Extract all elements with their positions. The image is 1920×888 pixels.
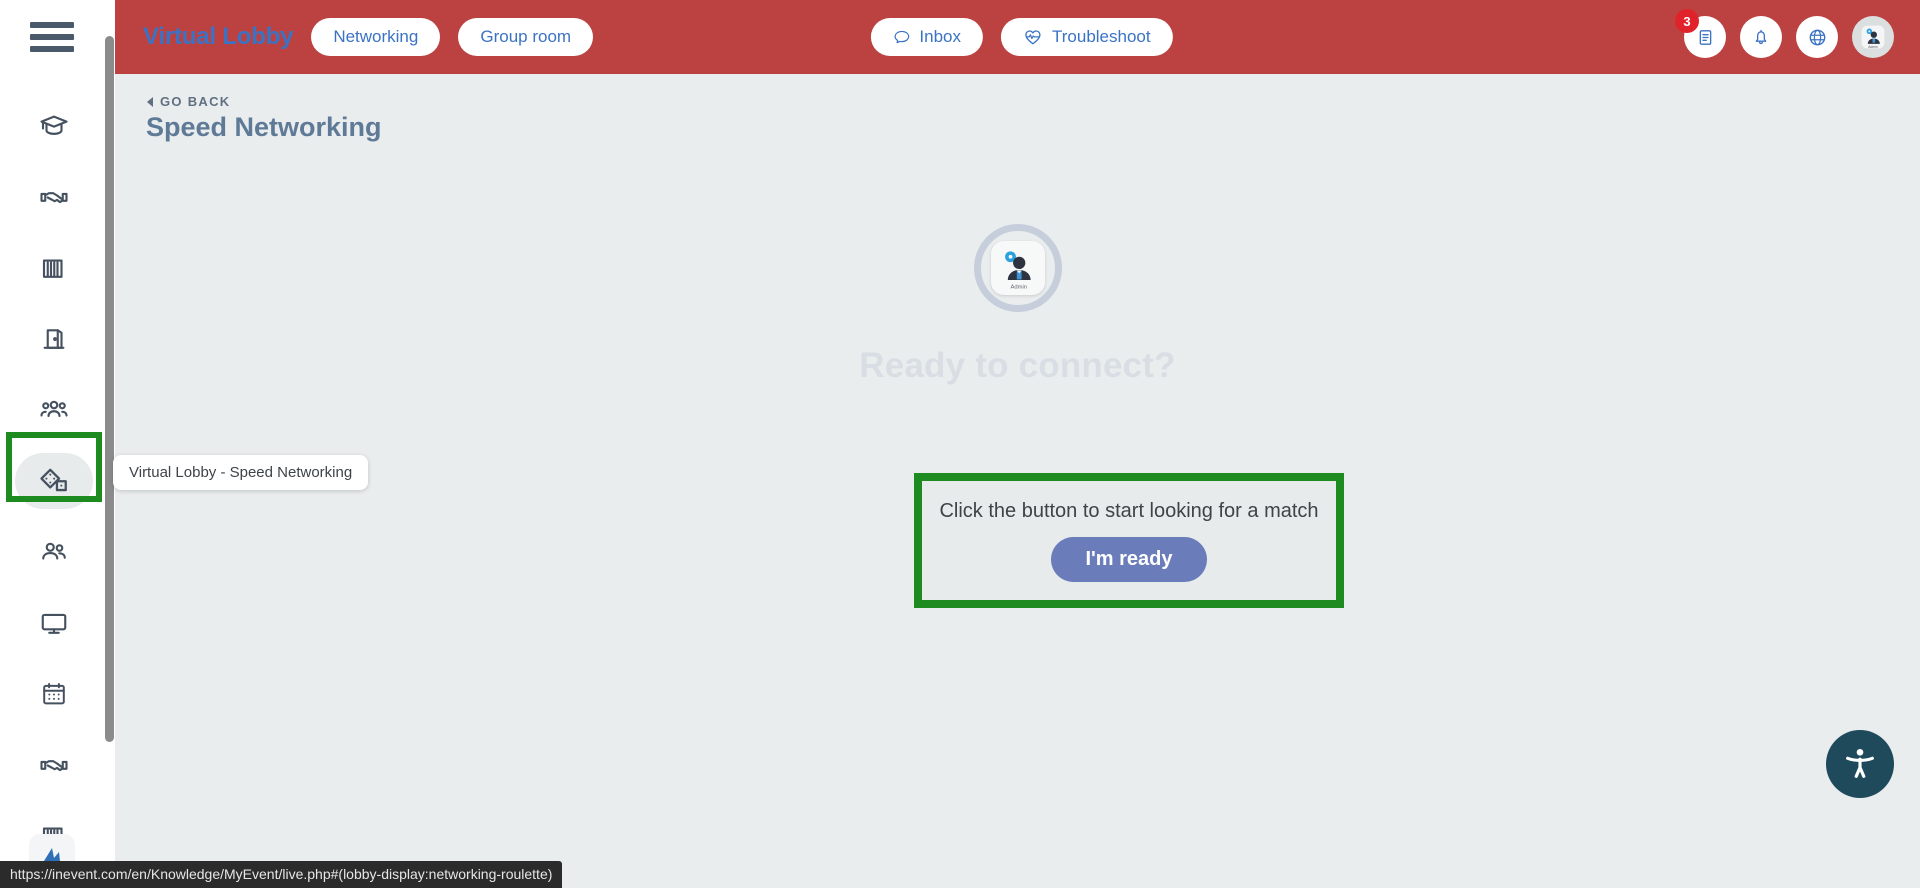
sidebar-item-speed-networking[interactable] — [8, 447, 100, 515]
header-right-icons: 3 Admin — [1670, 0, 1920, 74]
match-card: Click the button to start looking for a … — [922, 481, 1336, 600]
match-prompt: Click the button to start looking for a … — [939, 499, 1319, 522]
header-center-pills: Inbox Troubleshoot — [852, 18, 1173, 56]
hamburger-bar — [30, 22, 74, 28]
hamburger-bar — [30, 46, 74, 52]
sidebar-item-live-stream[interactable] — [8, 589, 100, 657]
sidebar-item-sponsors[interactable] — [8, 234, 100, 302]
nav-pill-group-room[interactable]: Group room — [458, 18, 594, 56]
sidebar-item-meetings[interactable] — [8, 731, 100, 799]
accessibility-person-icon — [1846, 748, 1874, 778]
ready-heading: Ready to connect? — [859, 346, 1176, 385]
sidebar — [0, 0, 105, 888]
chat-bubble-icon — [894, 30, 909, 44]
speed-networking-stage: Admin Ready to connect? — [115, 224, 1920, 386]
admin-avatar-icon: Admin — [1004, 251, 1031, 290]
door-icon — [43, 329, 65, 349]
user-avatar-icon: Admin — [1861, 25, 1885, 49]
bell-icon — [1755, 29, 1767, 45]
booth-barcode-icon — [42, 259, 63, 278]
troubleshoot-label: Troubleshoot — [1051, 27, 1151, 46]
im-ready-button[interactable]: I'm ready — [1051, 536, 1207, 582]
sidebar-scrollbar-thumb[interactable] — [105, 36, 114, 742]
calendar-icon — [43, 682, 65, 705]
handshake-icon — [40, 192, 68, 204]
sidebar-item-networking[interactable] — [8, 163, 100, 231]
inbox-label: Inbox — [919, 27, 961, 46]
sidebar-item-my-contacts[interactable] — [8, 518, 100, 586]
monitor-icon — [41, 613, 67, 634]
go-back-label: GO BACK — [160, 94, 231, 109]
inbox-button[interactable]: Inbox — [870, 18, 983, 56]
dice-icon — [40, 468, 67, 492]
hamburger-bar — [30, 34, 74, 40]
svg-text:Admin: Admin — [1868, 45, 1878, 49]
troubleshoot-button[interactable]: Troubleshoot — [1000, 18, 1173, 56]
go-back-link[interactable]: GO BACK — [147, 94, 231, 109]
language-globe-button[interactable] — [1796, 16, 1838, 58]
sidebar-item-sessions[interactable] — [8, 92, 100, 160]
avatar-ring: Admin — [973, 224, 1062, 312]
nav-pill-label: Group room — [480, 27, 572, 46]
nav-pill-label: Networking — [333, 27, 419, 46]
svg-text:Admin: Admin — [1010, 284, 1027, 290]
match-highlight-box: Click the button to start looking for a … — [914, 473, 1344, 608]
top-header: Virtual Lobby Networking Group room Inbo… — [105, 0, 1920, 74]
two-people-icon — [42, 542, 66, 560]
accessibility-button[interactable] — [1826, 730, 1894, 798]
user-avatar-button[interactable]: Admin — [1852, 16, 1894, 58]
page-title: Speed Networking — [146, 112, 382, 142]
status-bar-url: https://inevent.com/en/Knowledge/MyEvent… — [0, 861, 563, 888]
sidebar-item-attendees[interactable] — [8, 376, 100, 444]
notification-badge: 3 — [1675, 9, 1699, 33]
nav-pill-networking[interactable]: Networking — [311, 18, 441, 56]
sidebar-item-schedule[interactable] — [8, 660, 100, 728]
handshake-icon — [40, 760, 68, 772]
globe-icon — [1809, 29, 1825, 45]
brand-title[interactable]: Virtual Lobby — [143, 23, 294, 51]
agenda-document-button[interactable]: 3 — [1675, 9, 1726, 58]
agenda-document-icon — [1699, 29, 1711, 45]
header-nav-pills: Networking Group room — [293, 18, 594, 56]
sidebar-tooltip: Virtual Lobby - Speed Networking — [113, 455, 369, 490]
main-content: GO BACK Speed Networking Admin Ready to … — [115, 74, 1920, 888]
heart-pulse-icon — [1025, 30, 1041, 45]
back-caret-icon — [147, 96, 153, 107]
hamburger-menu-icon[interactable] — [30, 22, 74, 52]
avatar: Admin — [990, 241, 1045, 295]
graduation-cap-icon — [40, 115, 68, 135]
people-group-icon — [40, 400, 68, 418]
notifications-button[interactable] — [1740, 16, 1782, 58]
sidebar-item-exhibitors[interactable] — [8, 305, 100, 373]
